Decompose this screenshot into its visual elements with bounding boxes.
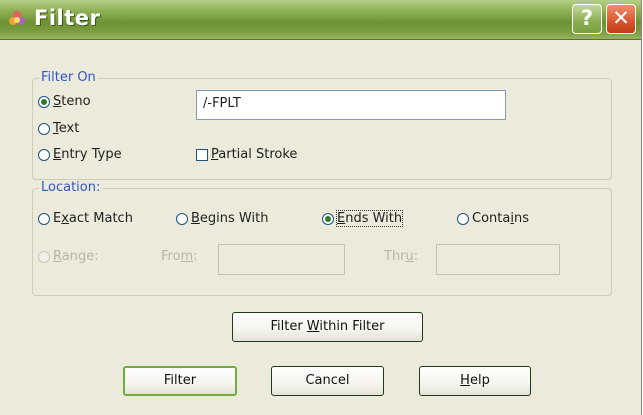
radio-indicator [38,95,50,108]
radio-indicator [176,212,188,225]
range-radio: Range: [38,249,99,264]
radio-indicator [38,212,50,225]
steno-radio[interactable]: Steno [38,94,91,109]
exact-match-label: Exact Match [53,211,133,226]
radio-indicator [38,122,50,135]
ends-with-label: Ends With [335,210,404,227]
partial-stroke-checkbox[interactable]: Partial Stroke [196,147,297,162]
filter-dialog: Filter ? ✕ Filter On Steno Text Entry Ty… [0,0,642,415]
filter-within-filter-button[interactable]: Filter Within Filter [232,312,423,342]
help-icon[interactable]: ? [572,4,602,34]
text-label: Text [53,121,80,136]
radio-indicator [38,250,50,263]
steno-label: Steno [53,94,91,109]
text-radio[interactable]: Text [38,121,79,136]
contains-radio[interactable]: Contains [457,211,529,226]
app-icon [9,11,25,25]
title-bar[interactable]: Filter ? ✕ [0,0,641,40]
entry-type-label: Entry Type [53,147,122,162]
close-icon[interactable]: ✕ [606,4,636,34]
thru-label: Thru: [384,249,419,264]
radio-indicator [38,148,50,161]
filter-button[interactable]: Filter [123,366,237,396]
from-input [218,244,345,275]
begins-with-label: Begins With [191,211,269,226]
filter-value-input[interactable]: /-FPLT [196,90,506,120]
radio-indicator [457,212,469,225]
begins-with-radio[interactable]: Begins With [176,211,268,226]
help-button[interactable]: Help [419,366,531,396]
location-group: Location: [32,180,612,296]
radio-indicator [322,212,334,225]
cancel-button[interactable]: Cancel [271,366,384,396]
checkbox-indicator [196,148,208,161]
contains-label: Contains [472,211,529,226]
ends-with-radio[interactable]: Ends With [322,210,404,227]
exact-match-radio[interactable]: Exact Match [38,211,133,226]
thru-input [436,244,560,275]
from-label: From: [161,249,198,264]
window-title: Filter [34,6,101,30]
range-label: Range: [53,249,99,264]
entry-type-radio[interactable]: Entry Type [38,147,122,162]
location-legend: Location: [39,180,103,195]
partial-stroke-label: Partial Stroke [211,147,298,162]
filter-on-legend: Filter On [39,70,98,85]
